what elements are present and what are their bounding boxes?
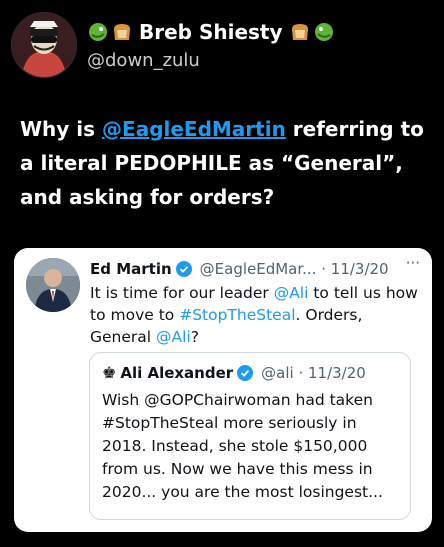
quoted-author-avatar[interactable]: [26, 258, 80, 312]
author-name-row[interactable]: Breb Shiesty: [87, 18, 337, 46]
more-options-icon[interactable]: ···: [406, 254, 420, 272]
author-name: Breb Shiesty: [139, 20, 283, 44]
body-text: ?: [190, 328, 199, 346]
link-text[interactable]: @Ali: [274, 284, 309, 302]
bread-icon: [289, 21, 311, 43]
quoted-tweet-header: Ed Martin @EagleEdMar... · 11/3/20: [90, 260, 389, 278]
author-handle[interactable]: @down_zulu: [87, 50, 200, 71]
nested-author-name[interactable]: Ali Alexander: [120, 364, 233, 382]
dragon-icon: [313, 21, 335, 43]
body-text: It is time for our leader: [90, 284, 274, 302]
tweet-header: Breb Shiesty @down_zulu: [11, 10, 431, 80]
verified-badge-icon: [175, 261, 192, 277]
verified-badge-icon: [237, 364, 254, 381]
nested-tweet-header: ♚ Ali Alexander @ali · 11/3/20: [102, 363, 366, 382]
bread-icon: [111, 21, 133, 43]
link-text[interactable]: @Ali: [156, 328, 191, 346]
nested-tweet-body: Wish @GOPChairwoman had taken #StopTheSt…: [102, 391, 383, 501]
quoted-tweet-body: It is time for our leader @Ali to tell u…: [90, 282, 420, 348]
link-text[interactable]: #StopTheSteal: [179, 306, 295, 324]
tweet-text-part: Why is: [20, 117, 103, 141]
mention-link[interactable]: @EagleEdMartin: [102, 117, 286, 141]
author-avatar[interactable]: [11, 12, 77, 78]
nested-quoted-tweet[interactable]: ♚ Ali Alexander @ali · 11/3/20 Wish @GOP…: [89, 352, 411, 520]
tweet-text: Why is @EagleEdMartin referring to a lit…: [20, 112, 430, 214]
dragon-icon: [87, 21, 109, 43]
quoted-author-meta: @EagleEdMar... · 11/3/20: [199, 260, 389, 278]
chess-king-icon: ♚: [102, 363, 117, 382]
quoted-author-name[interactable]: Ed Martin: [90, 260, 172, 278]
nested-author-meta: @ali · 11/3/20: [261, 363, 366, 382]
